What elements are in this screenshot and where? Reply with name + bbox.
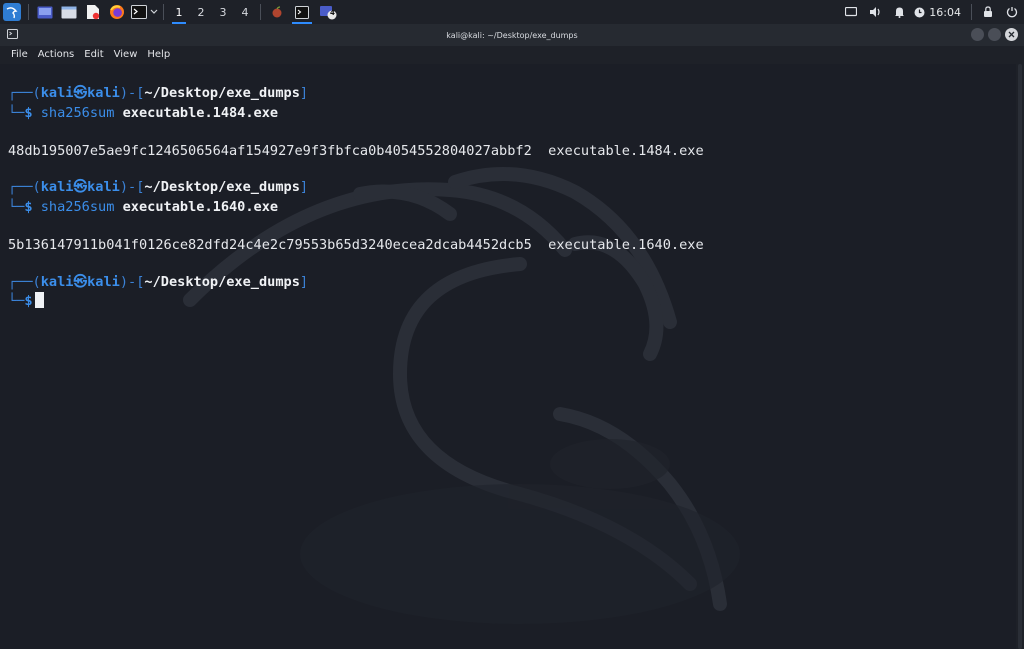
firefox-icon — [110, 5, 124, 19]
text-cursor — [34, 292, 44, 308]
file-manager-icon — [61, 6, 77, 18]
prompt-frame: )-[ — [119, 179, 145, 195]
prompt-skull: ㉿ — [73, 274, 88, 290]
prompt-frame: └─ — [8, 105, 25, 121]
maximize-button[interactable] — [988, 28, 1001, 41]
prompt-host: kali — [87, 274, 120, 290]
prompt-path: ~/Desktop/exe_dumps — [144, 179, 300, 195]
prompt-skull: ㉿ — [73, 179, 88, 195]
command-output: 5b136147911b041f0126ce82dfd24c4e2c79553b… — [8, 237, 704, 253]
menu-help[interactable]: Help — [142, 46, 175, 64]
command-line: └─$ sha256sum executable.1484.exe — [8, 104, 278, 122]
display-icon — [845, 7, 858, 17]
power-icon — [1006, 7, 1018, 18]
prompt-host: kali — [87, 179, 120, 195]
logout-button[interactable] — [1000, 0, 1024, 24]
prompt-frame: └─ — [8, 293, 25, 309]
panel-separator — [163, 4, 164, 20]
terminal-area[interactable]: ┌──(kali㉿kali)-[~/Desktop/exe_dumps] └─$… — [0, 64, 1016, 649]
command-arg: executable.1640.exe — [122, 199, 279, 215]
fruit-app-icon — [272, 6, 282, 18]
display-button[interactable] — [839, 0, 863, 24]
prompt-frame: ┌──( — [8, 179, 41, 195]
prompt-dollar: $ — [24, 199, 33, 215]
panel-separator — [28, 4, 29, 20]
terminal-window-icon — [7, 29, 18, 39]
window-controls — [971, 28, 1018, 41]
system-tray: 16:04 — [839, 0, 1024, 24]
command-arg: executable.1484.exe — [122, 105, 279, 121]
prompt-user: kali — [40, 179, 74, 195]
window-group-badge: 4 — [330, 9, 335, 17]
prompt-frame: )-[ — [119, 274, 145, 290]
prompt-frame: ] — [299, 274, 309, 290]
prompt-host: kali — [87, 85, 120, 101]
clock-time[interactable]: 16:04 — [927, 0, 967, 24]
top-panel: 1 2 3 4 4 16:04 — [0, 0, 1024, 24]
prompt-frame: ] — [299, 85, 309, 101]
task-terminal[interactable] — [289, 0, 315, 24]
chevron-down-icon — [150, 9, 157, 14]
prompt-skull: ㉿ — [73, 85, 88, 101]
command-line: └─$ sha256sum executable.1640.exe — [8, 198, 278, 216]
terminal-scrollbar[interactable] — [1016, 64, 1024, 649]
clock-icon — [914, 7, 925, 17]
panel-separator — [971, 4, 972, 20]
prompt-dollar: $ — [24, 105, 33, 121]
lock-icon — [984, 6, 992, 17]
panel-separator — [260, 4, 261, 20]
command-line-active[interactable]: └─$ — [8, 292, 44, 310]
prompt-path: ~/Desktop/exe_dumps — [144, 85, 300, 101]
prompt-frame: ┌──( — [8, 274, 41, 290]
workspace-2[interactable]: 2 — [190, 0, 212, 24]
prompt-frame: ] — [299, 179, 309, 195]
menu-file[interactable]: File — [6, 46, 33, 64]
window-title: kali@kali: ~/Desktop/exe_dumps — [446, 30, 578, 40]
prompt-frame: ┌──( — [8, 85, 41, 101]
terminal-launcher-button[interactable] — [129, 0, 159, 24]
prompt-line-top: ┌──(kali㉿kali)-[~/Desktop/exe_dumps] — [8, 178, 308, 196]
lock-screen-button[interactable] — [976, 0, 1000, 24]
workspace-1[interactable]: 1 — [168, 0, 190, 24]
text-editor-button[interactable] — [81, 0, 105, 24]
command-name: sha256sum — [40, 199, 115, 215]
close-icon — [1008, 31, 1015, 38]
show-desktop-icon — [37, 6, 53, 18]
kali-menu-button[interactable] — [0, 0, 24, 24]
volume-button[interactable] — [863, 0, 887, 24]
clock-button[interactable] — [911, 0, 927, 24]
menu-bar: File Actions Edit View Help — [0, 46, 1024, 64]
file-manager-button[interactable] — [57, 0, 81, 24]
prompt-user: kali — [40, 85, 74, 101]
volume-icon — [869, 7, 880, 17]
prompt-user: kali — [40, 274, 74, 290]
menu-view[interactable]: View — [109, 46, 143, 64]
close-button[interactable] — [1005, 28, 1018, 41]
prompt-line-top: ┌──(kali㉿kali)-[~/Desktop/exe_dumps] — [8, 273, 308, 291]
prompt-line-top: ┌──(kali㉿kali)-[~/Desktop/exe_dumps] — [8, 84, 308, 102]
text-editor-icon — [87, 5, 100, 20]
kali-menu-icon — [3, 3, 21, 21]
task-fruit-app[interactable] — [265, 0, 289, 24]
command-output: 48db195007e5ae9fc1246506564af154927e9f3f… — [8, 143, 704, 159]
task-window-group[interactable]: 4 — [315, 0, 341, 24]
minimize-button[interactable] — [971, 28, 984, 41]
command-name: sha256sum — [40, 105, 115, 121]
bell-icon — [894, 7, 904, 18]
show-desktop-button[interactable] — [33, 0, 57, 24]
prompt-frame: └─ — [8, 199, 25, 215]
workspace-4[interactable]: 4 — [234, 0, 256, 24]
menu-actions[interactable]: Actions — [33, 46, 80, 64]
prompt-frame: )-[ — [119, 85, 145, 101]
prompt-dollar: $ — [24, 293, 33, 309]
terminal-icon — [130, 5, 147, 19]
window-titlebar[interactable]: kali@kali: ~/Desktop/exe_dumps — [0, 24, 1024, 46]
workspace-3[interactable]: 3 — [212, 0, 234, 24]
firefox-button[interactable] — [105, 0, 129, 24]
prompt-path: ~/Desktop/exe_dumps — [144, 274, 300, 290]
terminal-task-icon — [295, 5, 309, 19]
notifications-button[interactable] — [887, 0, 911, 24]
menu-edit[interactable]: Edit — [79, 46, 108, 64]
scrollbar-thumb[interactable] — [1018, 64, 1022, 649]
